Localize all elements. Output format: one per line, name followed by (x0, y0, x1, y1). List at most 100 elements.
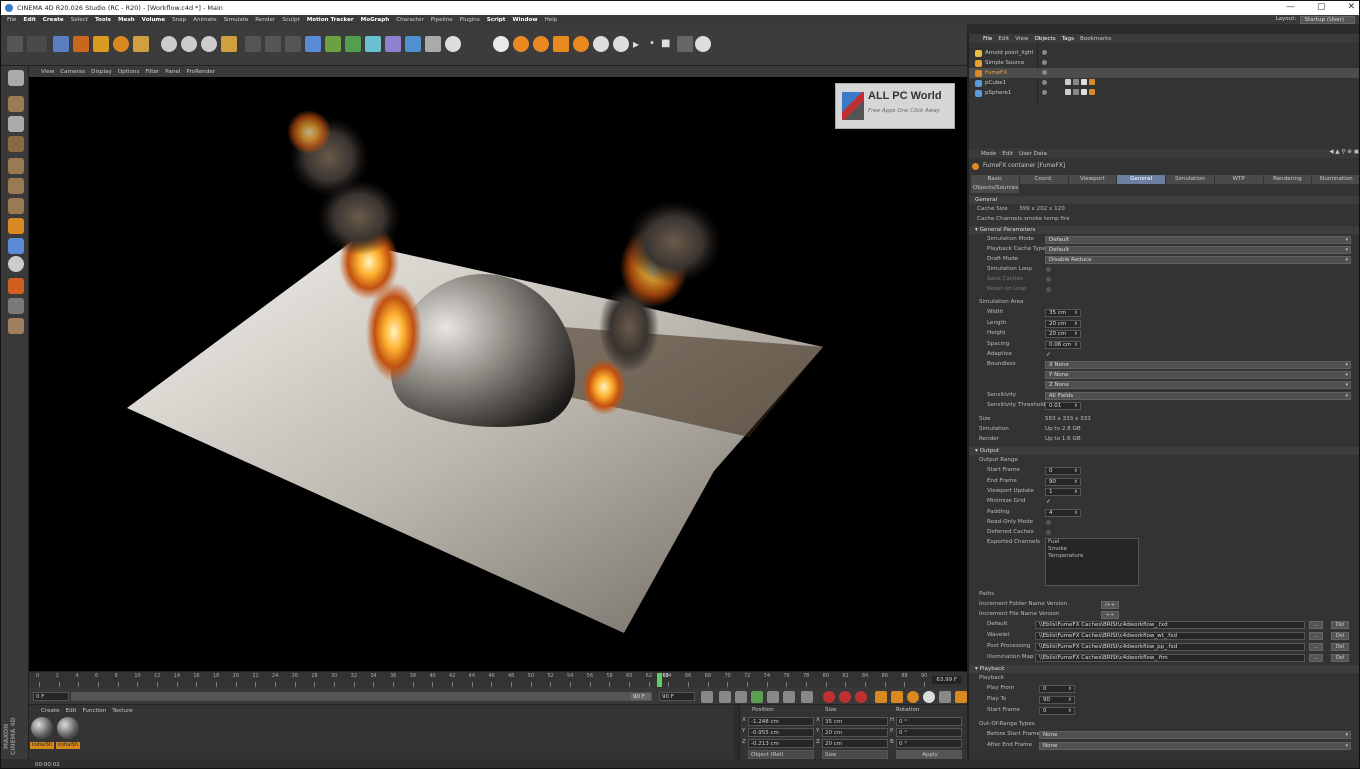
simulation-loop-checkbox[interactable] (1046, 267, 1051, 272)
scale-key-icon[interactable] (891, 691, 903, 703)
render-settings-icon[interactable] (285, 36, 301, 52)
texture-mode-icon[interactable] (8, 116, 24, 132)
visibility-dots-icon[interactable] (1042, 90, 1047, 95)
wavelet-path-field[interactable]: \\Eblis\FumeFX Caches\BRISt\c4dworkflow_… (1035, 632, 1305, 640)
go-to-start-icon[interactable] (701, 691, 713, 703)
x-axis-icon[interactable] (161, 36, 177, 52)
viewport-menu-prorender[interactable]: ProRender (186, 69, 215, 75)
material-swatch[interactable] (57, 717, 79, 739)
material-menu-edit[interactable]: Edit (66, 708, 77, 714)
position-x-field[interactable]: -1.248 cm (748, 717, 814, 726)
phong-tag-icon[interactable] (1065, 89, 1071, 95)
menu-plugins[interactable]: Plugins (460, 17, 480, 23)
sensitivity-threshold-field[interactable]: 0.01 (1045, 402, 1081, 410)
max-frame-field[interactable]: 90 F (659, 692, 695, 701)
axis-mode-icon[interactable] (8, 218, 24, 234)
menu-pipeline[interactable]: Pipeline (431, 17, 453, 23)
subdivision-icon[interactable] (345, 36, 361, 52)
increment-file-button[interactable]: ++ (1101, 611, 1119, 619)
object-menu-tags[interactable]: Tags (1062, 36, 1074, 42)
menu-edit[interactable]: Edit (23, 17, 35, 23)
playback-cache-type-dropdown[interactable]: Default (1045, 246, 1351, 254)
tab-rendering[interactable]: Rendering (1263, 175, 1313, 184)
undo-icon[interactable] (7, 36, 23, 52)
viewport-menu-view[interactable]: View (41, 69, 54, 75)
menu-simulate[interactable]: Simulate (224, 17, 249, 23)
after-end-frame-dropdown[interactable]: None (1039, 742, 1351, 750)
uvw-tag-icon[interactable] (1081, 79, 1087, 85)
arnold-light-icon[interactable] (533, 36, 549, 52)
padding-field[interactable]: 4 (1045, 509, 1081, 517)
tab-coord[interactable]: Coord. (1019, 175, 1069, 184)
parameter-key-icon[interactable] (923, 691, 935, 703)
object-row-selected[interactable]: FumeFX (969, 68, 1359, 78)
edges-mode-icon[interactable] (8, 178, 24, 194)
points-mode-icon[interactable] (8, 158, 24, 174)
z-axis-icon[interactable] (201, 36, 217, 52)
phong-tag-icon[interactable] (1065, 79, 1071, 85)
camera-icon[interactable] (425, 36, 441, 52)
attr-menu-mode[interactable]: Mode (981, 151, 996, 157)
size-z-field[interactable]: 20 cm (822, 739, 888, 748)
tab-wtp[interactable]: WTP (1214, 175, 1264, 184)
tweak-mode-icon[interactable] (8, 238, 24, 254)
boundless-y-dropdown[interactable]: Y None (1045, 371, 1351, 379)
play-from-field[interactable]: 0 (1039, 685, 1075, 693)
tab-objects-sources[interactable]: Objects/Sources (971, 184, 1019, 193)
timeline-window-icon[interactable] (955, 691, 967, 703)
menu-motion-tracker[interactable]: Motion Tracker (307, 17, 354, 23)
y-axis-icon[interactable] (181, 36, 197, 52)
object-row[interactable]: Arnold point_light (969, 48, 1359, 58)
arnold-shader-icon[interactable] (553, 36, 569, 52)
rotation-p-field[interactable]: 0 ° (896, 728, 962, 737)
settings-gear-icon[interactable] (695, 36, 711, 52)
menu-file[interactable]: File (7, 17, 16, 23)
play-forward-icon[interactable] (751, 691, 763, 703)
browse-button[interactable]: ... (1309, 632, 1323, 640)
boundless-x-dropdown[interactable]: X None (1045, 361, 1351, 369)
material-menu-function[interactable]: Function (82, 708, 106, 714)
tab-viewport[interactable]: Viewport (1068, 175, 1118, 184)
increment-folder-button[interactable]: /++ (1101, 601, 1119, 609)
arnold-render-icon[interactable] (593, 36, 609, 52)
previous-keyframe-icon[interactable] (719, 691, 731, 703)
material-tag-icon[interactable] (1073, 79, 1079, 85)
deformer-icon[interactable] (385, 36, 401, 52)
workplane-mode-icon[interactable] (8, 136, 24, 152)
material-swatch[interactable] (31, 717, 53, 739)
fumefx-tag-icon[interactable] (1089, 79, 1095, 85)
attr-menu-user-data[interactable]: User Data (1019, 151, 1047, 157)
visibility-dots-icon[interactable] (1042, 70, 1047, 75)
menu-animate[interactable]: Animate (193, 17, 216, 23)
polygons-mode-icon[interactable] (8, 198, 24, 214)
spline-pen-icon[interactable] (325, 36, 341, 52)
planar-workplane-icon[interactable] (8, 318, 24, 334)
cube-icon[interactable] (305, 36, 321, 52)
menu-mesh[interactable]: Mesh (118, 17, 135, 23)
object-row[interactable]: Simple Source (969, 58, 1359, 68)
save-caches-checkbox[interactable] (1046, 277, 1051, 282)
height-field[interactable]: 20 cm (1045, 330, 1081, 338)
viewport-menu-filter[interactable]: Filter (145, 69, 159, 75)
arnold-volume-icon[interactable] (573, 36, 589, 52)
size-mode-dropdown[interactable]: Size (822, 750, 888, 759)
material-label[interactable]: initialSh (30, 742, 54, 749)
arnold-sphere-icon[interactable] (513, 36, 529, 52)
next-keyframe-icon[interactable] (783, 691, 795, 703)
sensitivity-dropdown[interactable]: All Fields (1045, 392, 1351, 400)
browse-button[interactable]: ... (1309, 621, 1323, 629)
maximize-button[interactable]: ▢ (1317, 2, 1326, 12)
menu-script[interactable]: Script (487, 17, 506, 23)
menu-sculpt[interactable]: Sculpt (282, 17, 299, 23)
playhead[interactable] (656, 673, 662, 687)
object-menu-edit[interactable]: Edit (998, 36, 1009, 42)
coordinate-system-icon[interactable] (221, 36, 237, 52)
position-z-field[interactable]: -0.213 cm (748, 739, 814, 748)
simulation-mode-dropdown[interactable]: Default (1045, 236, 1351, 244)
arnold-ipr-icon[interactable] (613, 36, 629, 52)
menu-select[interactable]: Select (71, 17, 88, 23)
menu-snap[interactable]: Snap (172, 17, 186, 23)
move-icon[interactable] (73, 36, 89, 52)
tab-illumination[interactable]: Illumination (1312, 175, 1359, 184)
width-field[interactable]: 35 cm (1045, 309, 1081, 317)
